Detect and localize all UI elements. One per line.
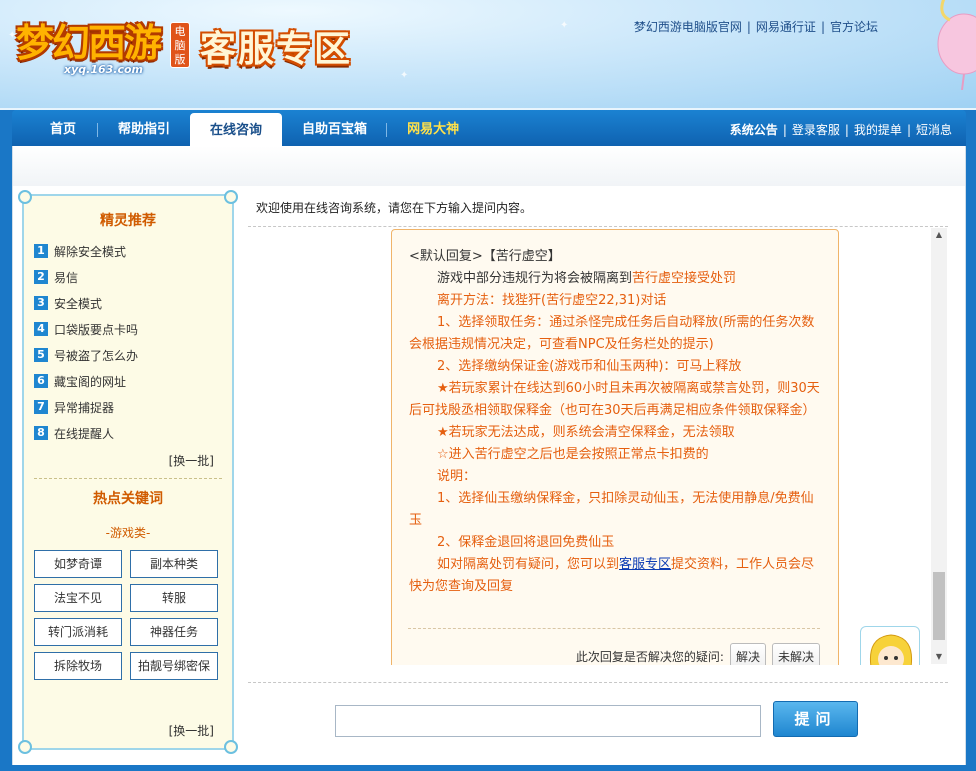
divider [248,682,948,683]
corner-ornament [224,740,238,754]
ask-button[interactable]: 提问 [773,701,858,737]
sidebar: 精灵推荐 1 解除安全模式 2 易信 3 安全模式 4 口袋版要点卡吗 5 号被盗了怎么办… [18,190,238,754]
keyword-button[interactable]: 副本种类 [130,550,218,578]
customer-service-link[interactable]: 客服专区 [619,557,671,572]
feedback-question: 此次回复是否解决您的疑问: [575,650,724,664]
hot-keywords-title: 热点关键词 [93,491,163,507]
site-header: ✦ ✦ ✦ 梦幻西游 电脑版 xyq.163.com 客服专区 梦幻西游电脑版官… [0,0,976,108]
divider [34,478,222,479]
auto-reply-bubble: <默认回复>【苦行虚空】 游戏中部分违规行为将会被隔离到苦行虚空接受处罚 离开方… [391,229,839,665]
scroll-thumb[interactable] [933,572,945,640]
chat-scrollbar[interactable]: ▲ ▼ [931,228,947,664]
sub-bar [12,146,966,186]
tab-home[interactable]: 首页 [12,110,99,146]
recommend-title: 精灵推荐 [100,213,156,229]
scroll-up-arrow-icon[interactable]: ▲ [931,228,947,242]
logo-url: xyq.163.com [64,63,143,76]
more-keywords-link[interactable]: [换一批] [169,722,214,739]
link-official-site[interactable]: 梦幻西游电脑版官网 [634,20,742,34]
link-passport[interactable]: 网易通行证 [756,20,816,34]
list-item[interactable]: 4 口袋版要点卡吗 [34,316,224,342]
sparkle-decoration: ✦ [400,70,409,81]
keyword-category: -游戏类- [105,526,151,540]
keyword-button[interactable]: 转服 [130,584,218,612]
top-links: 梦幻西游电脑版官网 | 网易通行证 | 官方论坛 [633,20,878,34]
list-item[interactable]: 7 异常捕捉器 [34,394,224,420]
avatar-icon [869,634,913,665]
scroll-down-arrow-icon[interactable]: ▼ [931,650,947,664]
sparkle-decoration: ✦ [560,20,569,31]
list-item[interactable]: 1 解除安全模式 [34,238,224,264]
keyword-button[interactable]: 拍靓号绑密保 [130,652,218,680]
list-item[interactable]: 5 号被盗了怎么办 [34,342,224,368]
nav-right-links: 系统公告 | 登录客服 | 我的提单 | 短消息 [729,123,952,137]
welcome-text: 欢迎使用在线咨询系统，请您在下方输入提问内容。 [256,201,533,215]
link-forum[interactable]: 官方论坛 [830,20,878,34]
chat-log[interactable]: <默认回复>【苦行虚空】 游戏中部分违规行为将会被隔离到苦行虚空接受处罚 离开方… [248,227,948,665]
keyword-button[interactable]: 如梦奇谭 [34,550,122,578]
resolved-button[interactable]: 解决 [729,643,766,665]
tab-self-service[interactable]: 自助百宝箱 [282,110,388,146]
keyword-button[interactable]: 转门派消耗 [34,618,122,646]
keyword-grid: 如梦奇谭 副本种类 法宝不见 转服 转门派消耗 神器任务 拆除牧场 拍靓号绑密保 [34,550,224,680]
site-logo[interactable]: 梦幻西游 电脑版 xyq.163.com 客服专区 [16,8,376,88]
list-item[interactable]: 2 易信 [34,264,224,290]
link-messages[interactable]: 短消息 [916,123,952,137]
lantern-decoration [937,0,976,90]
logo-game-name: 梦幻西游 [16,20,162,65]
more-recommend-link[interactable]: [换一批] [169,452,214,469]
main-nav: 首页 帮助指引 在线咨询 自助百宝箱 网易大神 系统公告 | 登录客服 | 我的提单 | 短… [12,110,966,146]
corner-ornament [18,740,32,754]
tab-netease-dashen[interactable]: 网易大神 [387,110,479,146]
question-input[interactable] [335,705,761,737]
corner-ornament [18,190,32,204]
link-my-tickets[interactable]: 我的提单 [854,123,902,137]
tab-online-consult[interactable]: 在线咨询 [190,113,283,146]
corner-ornament [224,190,238,204]
list-item[interactable]: 8 在线提醒人 [34,420,224,446]
keyword-button[interactable]: 法宝不见 [34,584,122,612]
logo-badge: 电脑版 [170,22,190,68]
link-login[interactable]: 登录客服 [792,123,840,137]
unresolved-button[interactable]: 未解决 [771,643,820,665]
page-title: 客服专区 [200,29,353,70]
keyword-button[interactable]: 拆除牧场 [34,652,122,680]
reply-header: <默认回复>【苦行虚空】 [409,249,561,264]
list-item[interactable]: 3 安全模式 [34,290,224,316]
list-item[interactable]: 6 藏宝阁的网址 [34,368,224,394]
recommend-list: 1 解除安全模式 2 易信 3 安全模式 4 口袋版要点卡吗 5 号被盗了怎么办 6 藏宝阁… [34,238,224,446]
keyword-button[interactable]: 神器任务 [130,618,218,646]
assistant-avatar [860,626,920,665]
feedback-row: 此次回复是否解决您的疑问: 解决 未解决 [408,628,820,665]
link-announcement[interactable]: 系统公告 [730,123,778,137]
tab-help[interactable]: 帮助指引 [98,110,190,146]
